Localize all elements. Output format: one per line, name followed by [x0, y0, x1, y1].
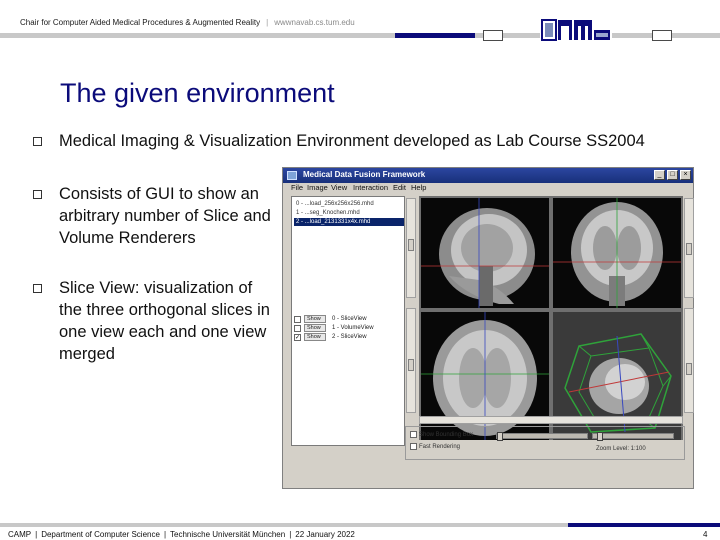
- app-icon: [287, 171, 297, 180]
- maximize-icon[interactable]: □: [667, 170, 678, 180]
- menu-edit[interactable]: Edit: [393, 183, 406, 192]
- option-bounding-box-label: Show Bounding Box: [419, 432, 474, 439]
- renderer-label-0: 0 - SliceView: [332, 316, 367, 322]
- footer-text: CAMP | Department of Computer Science | Tech…: [8, 530, 355, 539]
- menu-interaction[interactable]: Interaction: [353, 183, 388, 192]
- bullet-text-3: Slice View: visualization of the three o…: [59, 279, 270, 363]
- slider-knob[interactable]: [497, 432, 503, 441]
- file-item-1[interactable]: 1 - ...seg_Knochen.mhd: [294, 209, 404, 217]
- fast-rendering-checkbox[interactable]: [410, 443, 417, 450]
- footer-org: CAMP: [8, 530, 32, 539]
- menu-file[interactable]: File: [291, 183, 303, 192]
- show-button-0[interactable]: Show: [304, 315, 326, 323]
- close-icon[interactable]: ×: [680, 170, 691, 180]
- chair-name: Chair for Computer Aided Medical Procedu…: [20, 18, 261, 27]
- data-list-panel: 0 - ...load_256x256x256.mhd 1 - ...seg_K…: [291, 196, 405, 446]
- option-bounding-box[interactable]: Show Bounding Box: [410, 431, 473, 439]
- slider-thumb[interactable]: [408, 359, 414, 371]
- renderer-checkbox-0[interactable]: [294, 316, 301, 323]
- renderer-row-0: Show 0 - SliceView: [294, 315, 402, 324]
- renderer-row-1: Show 1 - VolumeView: [294, 324, 402, 333]
- window-title: Medical Data Fusion Framework: [303, 170, 426, 179]
- slider-thumb[interactable]: [686, 243, 692, 255]
- bullet-marker-3: [33, 284, 42, 293]
- option-fast-rendering[interactable]: Fast Rendering: [410, 443, 460, 451]
- bullet-text-1: Medical Imaging & Visualization Environm…: [59, 132, 645, 150]
- footer-dept: Department of Computer Science: [41, 530, 160, 539]
- app-screenshot-window: Medical Data Fusion Framework _ □ × File…: [282, 167, 694, 489]
- show-button-1[interactable]: Show: [304, 324, 326, 332]
- renderer-checkbox-1[interactable]: [294, 325, 301, 332]
- horizontal-scrollbar[interactable]: [419, 416, 683, 424]
- header-box-right: [652, 30, 672, 41]
- slide-title: The given environment: [60, 78, 335, 108]
- show-button-2[interactable]: Show: [304, 333, 326, 341]
- bullet-marker-2: [33, 190, 42, 199]
- vertical-slider-right-bottom[interactable]: [684, 308, 694, 413]
- menu-help[interactable]: Help: [411, 183, 426, 192]
- renderer-checkbox-2[interactable]: ✓: [294, 334, 301, 341]
- option-slider-left[interactable]: [496, 432, 588, 441]
- file-item-2-selected[interactable]: 2 - ...load_2131331x4x.mhd: [294, 218, 404, 226]
- bounding-box-checkbox[interactable]: [410, 431, 417, 438]
- renderer-label-1: 1 - VolumeView: [332, 325, 374, 331]
- bullet-marker-1: [33, 137, 42, 146]
- renderer-row-2: ✓ Show 2 - SliceView: [294, 333, 402, 342]
- vertical-slider-top[interactable]: [406, 198, 416, 298]
- options-group: Show Bounding Box Fast Rendering Zoom Le…: [405, 426, 685, 460]
- header-separator: |: [266, 18, 269, 27]
- footer-bar-gray: [0, 523, 568, 527]
- footer-bar-blue: [568, 523, 720, 527]
- zoom-slider[interactable]: [592, 432, 674, 441]
- vertical-slider-bottom[interactable]: [406, 308, 416, 413]
- menu-view[interactable]: View: [331, 183, 347, 192]
- renderer-label-2: 2 - SliceView: [332, 334, 367, 340]
- header-bar-blue: [395, 33, 475, 38]
- file-item-0[interactable]: 0 - ...load_256x256x256.mhd: [294, 200, 404, 208]
- header-url: wwwnavab.cs.tum.edu: [274, 18, 355, 27]
- vertical-slider-right-top[interactable]: [684, 198, 694, 298]
- slider-knob[interactable]: [597, 432, 603, 441]
- header-box-left: [483, 30, 503, 41]
- menu-bar: File Image View Interaction Edit Help: [283, 183, 693, 194]
- page-number: 4: [703, 530, 708, 539]
- camp-logo: [540, 16, 612, 42]
- header-text: Chair for Computer Aided Medical Procedu…: [20, 18, 355, 27]
- footer-university: Technische Universität München: [170, 530, 286, 539]
- option-fast-rendering-label: Fast Rendering: [419, 444, 461, 451]
- header-bar-gray-left: [0, 33, 395, 38]
- window-titlebar: Medical Data Fusion Framework _ □ ×: [283, 168, 693, 183]
- minimize-icon[interactable]: _: [654, 170, 665, 180]
- zoom-level-label: Zoom Level: 1:100: [596, 446, 646, 452]
- footer-date: 22 January 2022: [295, 530, 355, 539]
- bullet-text-2: Consists of GUI to show an arbitrary num…: [59, 185, 271, 247]
- slider-thumb[interactable]: [686, 363, 692, 375]
- slider-thumb[interactable]: [408, 239, 414, 251]
- menu-image[interactable]: Image: [307, 183, 328, 192]
- render-view-grid[interactable]: [419, 196, 683, 440]
